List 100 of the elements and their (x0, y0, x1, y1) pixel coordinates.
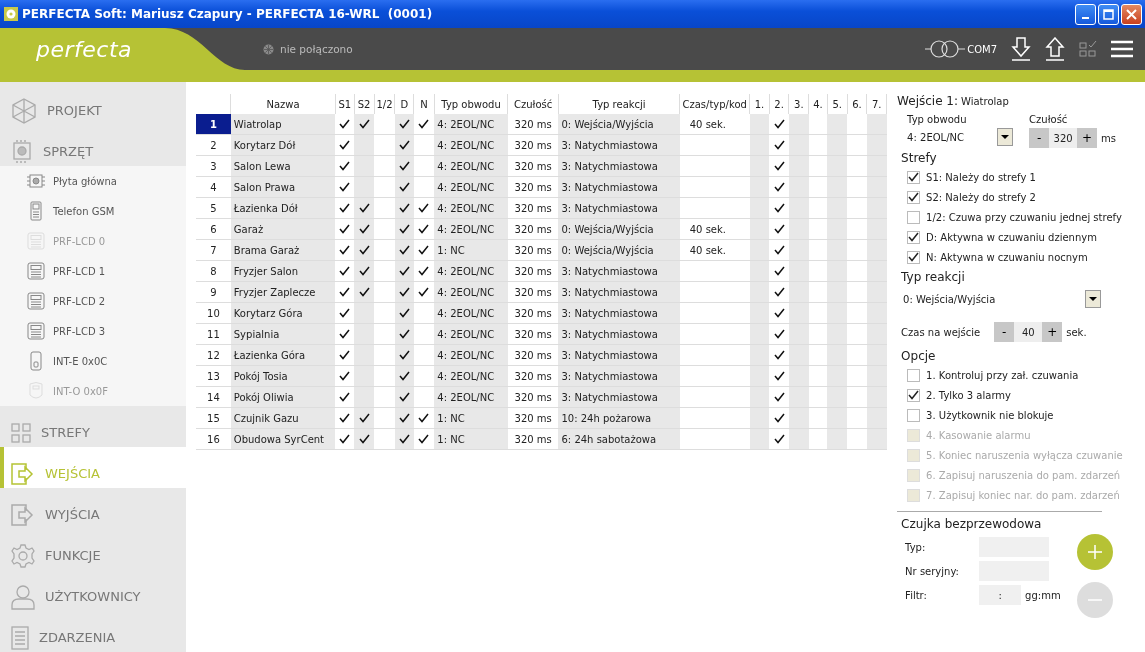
check-icon (398, 392, 410, 402)
row-number[interactable]: 14 (196, 386, 231, 408)
table-cell: 40 sek. (679, 239, 750, 261)
table-cell: 3: Natychmiastowa (558, 344, 680, 366)
row-number[interactable]: 16 (196, 428, 231, 450)
decrement-button[interactable]: - (1029, 128, 1050, 148)
entry-time-field[interactable]: 40 (1014, 322, 1043, 342)
check-icon (773, 308, 785, 318)
checkbox[interactable] (907, 388, 921, 402)
zone-checkbox[interactable]: S2: Należy do strefy 2 (897, 187, 1145, 207)
option-checkbox[interactable]: 3. Użytkownik nie blokuje (897, 405, 1145, 425)
maximize-button[interactable] (1098, 3, 1119, 25)
checkbox[interactable] (907, 408, 921, 422)
sensitivity-field[interactable]: 320 (1049, 128, 1078, 148)
caret-icon (1085, 290, 1102, 308)
check-icon (418, 245, 430, 255)
table-cell: 4: 2EOL/NC (434, 302, 508, 324)
download-icon[interactable] (1011, 37, 1031, 61)
row-number[interactable]: 3 (196, 155, 231, 177)
row-number[interactable]: 2 (196, 134, 231, 156)
table-cell: 3: Natychmiastowa (558, 365, 680, 387)
checkbox[interactable] (907, 250, 921, 264)
check-icon (339, 140, 351, 150)
table-cell: Obudowa SyrCent (230, 428, 336, 450)
sidebar-item[interactable]: PRF-LCD 3 (0, 316, 186, 346)
sidebar-item[interactable]: PRF-LCD 1 (0, 256, 186, 286)
close-icon (1126, 8, 1137, 20)
filter-field[interactable]: : (979, 585, 1022, 605)
keypad-icon (27, 292, 45, 310)
increment-button[interactable]: + (1077, 128, 1098, 148)
table-cell: 1: NC (434, 239, 508, 261)
sidebar-item[interactable]: Telefon GSM (0, 196, 186, 226)
decrement-button[interactable]: - (994, 322, 1015, 342)
row-number[interactable]: 1 (196, 114, 231, 135)
zone-checkbox[interactable]: S1: Należy do strefy 1 (897, 167, 1145, 187)
table-cell: Sypialnia (230, 323, 336, 345)
row-number[interactable]: 7 (196, 239, 231, 261)
checkbox[interactable] (907, 190, 921, 204)
user-icon (11, 583, 35, 610)
row-number[interactable]: 9 (196, 281, 231, 303)
checkbox[interactable] (907, 210, 921, 224)
checkbox[interactable] (907, 170, 921, 184)
zone-checkbox[interactable]: 1/2: Czuwa przy czuwaniu jednej strefy (897, 207, 1145, 227)
table-cell: 40 sek. (679, 218, 750, 240)
sidebar-item[interactable]: Płyta główna (0, 166, 186, 196)
caret-icon (997, 128, 1014, 146)
zone-checkbox[interactable]: N: Aktywna w czuwaniu nocnym (897, 247, 1145, 267)
table-cell: Brama Garaż (230, 239, 336, 261)
table-cell: 4: 2EOL/NC (434, 114, 508, 135)
sidebar-item[interactable]: PRF-LCD 2 (0, 286, 186, 316)
connection-status-icon (263, 43, 274, 55)
minimize-icon (1082, 17, 1089, 19)
close-button[interactable] (1121, 3, 1142, 25)
cube-icon (11, 97, 37, 124)
plug-icon[interactable] (925, 39, 966, 59)
reaction-type-dropdown[interactable]: 0: Wejścia/Wyjścia (897, 290, 1102, 308)
option-checkbox[interactable]: 1. Kontroluj przy zał. czuwania (897, 365, 1145, 385)
circuit-type-dropdown[interactable]: 4: 2EOL/NC (907, 128, 1014, 146)
check-icon (773, 329, 785, 339)
module-icon (27, 351, 45, 371)
row-number[interactable]: 10 (196, 302, 231, 324)
table-cell: 3: Natychmiastowa (558, 197, 680, 219)
row-number[interactable]: 13 (196, 365, 231, 387)
checkbox[interactable] (907, 368, 921, 382)
sidebar-item[interactable]: INT-E 0x0C (0, 346, 186, 376)
check-icon (398, 350, 410, 360)
minimize-button[interactable] (1075, 3, 1096, 25)
row-number[interactable]: 4 (196, 176, 231, 198)
row-number[interactable]: 12 (196, 344, 231, 366)
check-icon (339, 161, 351, 171)
input-heading: Wejście 1: (897, 94, 959, 108)
row-number[interactable]: 11 (196, 323, 231, 345)
upload-icon[interactable] (1045, 37, 1065, 61)
table-cell: 3: Natychmiastowa (558, 386, 680, 408)
table-cell: 40 sek. (679, 114, 750, 135)
unit-label: sek. (1066, 326, 1087, 338)
option-checkbox[interactable]: 2. Tylko 3 alarmy (897, 385, 1145, 405)
checkbox[interactable] (907, 230, 921, 244)
section-title: Opcje (901, 349, 937, 363)
row-number[interactable]: 6 (196, 218, 231, 240)
zone-checkbox[interactable]: D: Aktywna w czuwaniu dziennym (897, 227, 1145, 247)
table-cell: 4: 2EOL/NC (434, 323, 508, 345)
check-icon (418, 203, 430, 213)
menu-icon[interactable] (1111, 40, 1133, 58)
row-number[interactable]: 15 (196, 407, 231, 429)
table-cell: 4: 2EOL/NC (434, 365, 508, 387)
check-icon (339, 329, 351, 339)
row-number[interactable]: 8 (196, 260, 231, 282)
grid-check-icon[interactable] (1079, 40, 1097, 58)
row-number[interactable]: 5 (196, 197, 231, 219)
app-icon (4, 7, 18, 21)
increment-button[interactable]: + (1042, 322, 1063, 342)
check-icon (358, 119, 370, 129)
table-cell: Garaż (230, 218, 336, 240)
table-cell: Pokój Oliwia (230, 386, 336, 408)
section-title: Strefy (901, 151, 938, 165)
check-icon (398, 434, 410, 444)
check-icon (339, 203, 351, 213)
check-icon (339, 413, 351, 423)
table-cell: 0: Wejścia/Wyjścia (558, 114, 680, 135)
